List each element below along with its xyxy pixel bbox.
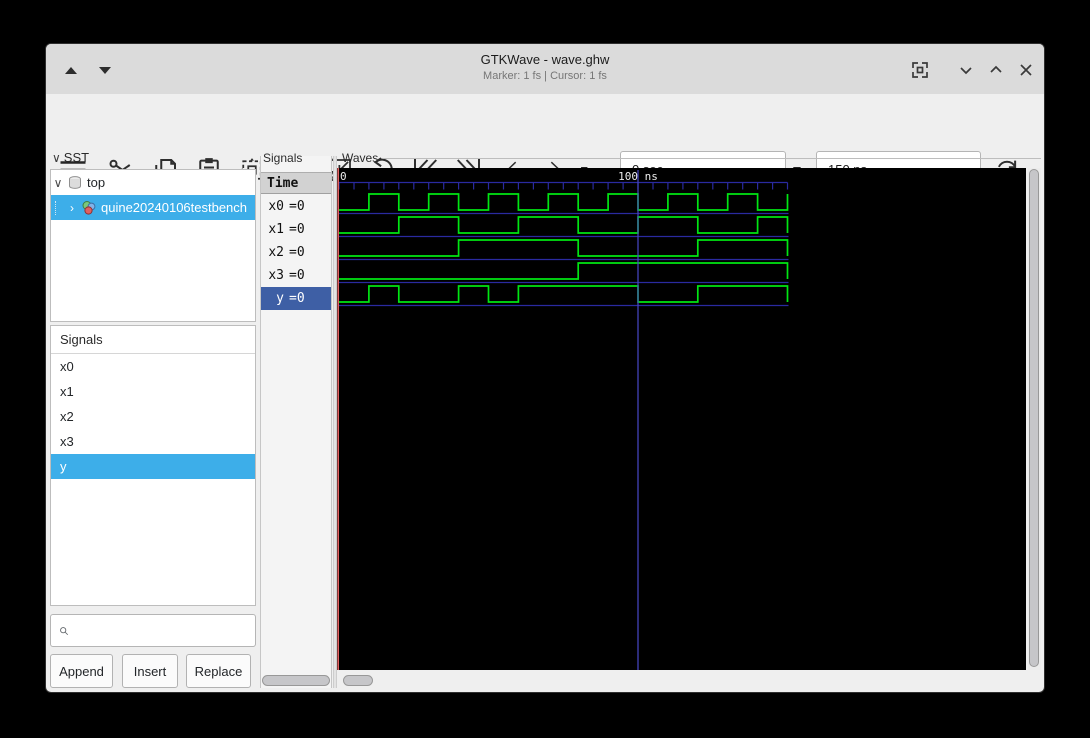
waves-frame-line [383,158,1041,159]
signal-item-x2[interactable]: x2 [51,404,255,429]
value-text: =0 [289,222,305,237]
expander-closed-icon[interactable]: › [65,201,79,215]
value-text: =0 [289,199,305,214]
desktop: { "titlebar": { "title": "GTKWave - wave… [0,0,1090,738]
values-panel: Time x0 =0 x1 =0 x2 =0 x3 =0 y =0 [260,156,332,688]
value-name: x0 [268,199,284,214]
minimize-button[interactable] [954,58,978,82]
signal-item-x1[interactable]: x1 [51,379,255,404]
toolbar: From: To: [46,94,1044,187]
value-text: =0 [289,245,305,260]
timeline-cursor-label: 100 ns [618,170,658,183]
waveform-plot [337,168,789,670]
value-row-y[interactable]: y =0 [261,287,331,310]
restore-button[interactable] [984,58,1008,82]
value-name: x2 [268,245,284,260]
signal-item-y[interactable]: y [51,454,255,479]
waves-frame-label: Waves [342,151,379,165]
sst-tree: ∨ top › quine20240106testbench [50,169,256,322]
value-row-x3[interactable]: x3 =0 [261,264,331,287]
value-row-x0[interactable]: x0 =0 [261,195,331,218]
values-horizontal-scrollbar-thumb[interactable] [262,675,330,686]
signal-item-x3[interactable]: x3 [51,429,255,454]
gtkwave-window: GTKWave - wave.ghw Marker: 1 fs | Cursor… [46,44,1044,692]
window-title: GTKWave - wave.ghw [480,52,610,67]
waves-horizontal-scrollbar-thumb[interactable] [343,675,373,686]
signal-facility-list: Signals x0 x1 x2 x3 y [50,325,256,606]
value-name: x1 [268,222,284,237]
maximize-button[interactable] [908,58,932,82]
tree-guide-line [55,200,65,215]
component-icon [81,200,97,216]
signal-search[interactable] [50,614,256,647]
wave-canvas[interactable] [337,168,1026,670]
insert-button[interactable]: Insert [122,654,178,688]
titlebar[interactable]: GTKWave - wave.ghw Marker: 1 fs | Cursor… [46,44,1044,95]
module-icon [67,175,83,191]
tree-node-top[interactable]: ∨ top [51,170,255,195]
value-row-x1[interactable]: x1 =0 [261,218,331,241]
chevron-down-icon [960,67,972,75]
signal-item-x0[interactable]: x0 [51,354,255,379]
maximize-icon [912,62,928,78]
append-button[interactable]: Append [50,654,113,688]
signal-list-header: Signals [51,326,255,354]
sst-expander-icon[interactable]: ∨ [52,152,61,164]
sst-header[interactable]: ∨ SST [52,150,89,165]
waves-vertical-scrollbar[interactable] [1028,168,1041,670]
value-name: y [276,291,284,306]
search-icon [60,626,69,635]
tree-node-label: top [87,175,106,190]
marker-cursor-status: Marker: 1 fs | Cursor: 1 fs [483,70,607,82]
expander-open-icon[interactable]: ∨ [51,176,65,190]
value-text: =0 [289,268,305,283]
chevron-up-icon [990,65,1002,73]
value-text: =0 [289,291,305,306]
values-frame-label: Signals [263,151,303,165]
timeline-start-label: 0 [340,170,347,183]
value-name: x3 [268,268,284,283]
value-row-x2[interactable]: x2 =0 [261,241,331,264]
search-input[interactable] [75,622,255,639]
tree-node-testbench[interactable]: › quine20240106testbench [51,195,255,220]
sst-label: SST [63,150,90,165]
tree-node-label: quine20240106testbench [101,200,248,215]
close-button[interactable] [1014,58,1038,82]
close-icon [1020,64,1032,76]
time-header[interactable]: Time [261,172,331,194]
waves-vertical-scrollbar-thumb[interactable] [1029,169,1039,667]
replace-button[interactable]: Replace [186,654,251,688]
